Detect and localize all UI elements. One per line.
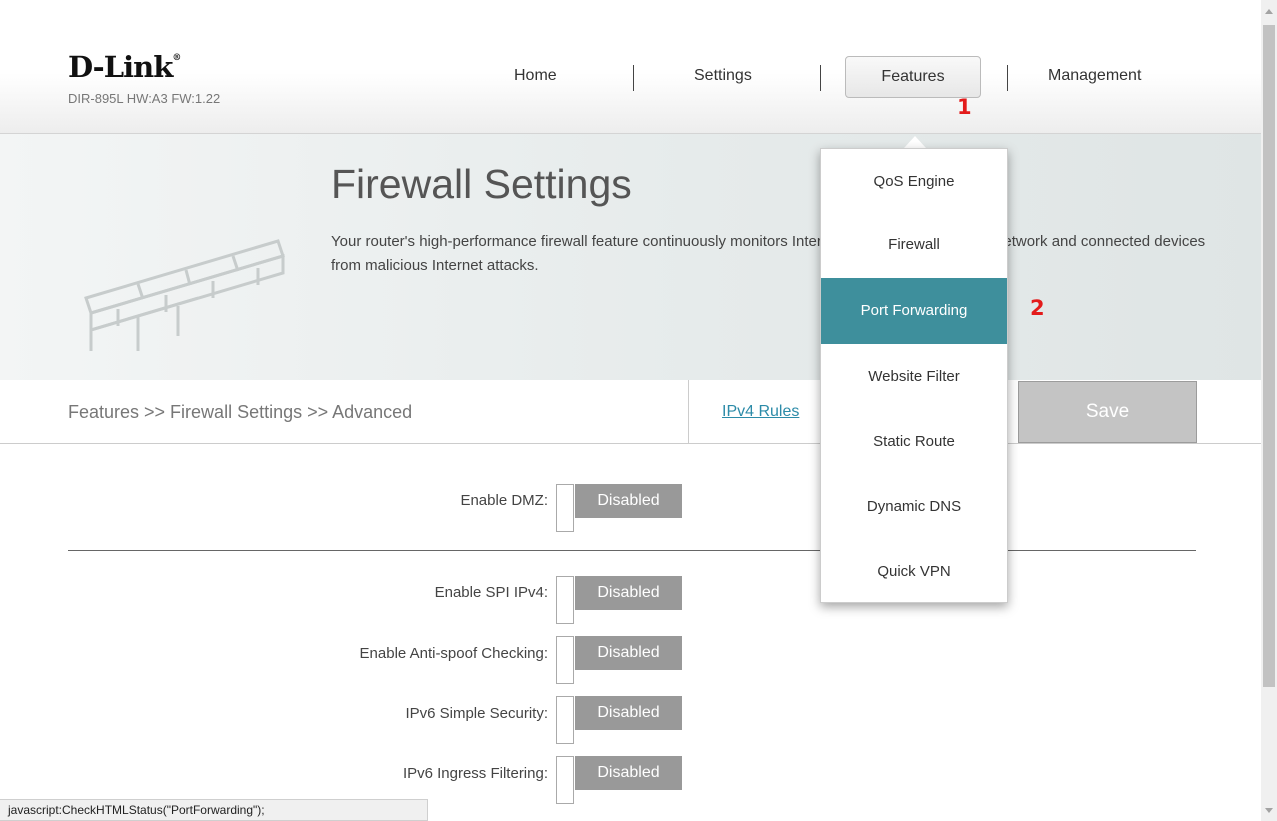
toggle-state[interactable]: Disabled <box>575 576 682 610</box>
scroll-thumb[interactable] <box>1263 25 1275 687</box>
toggle-state[interactable]: Disabled <box>575 756 682 790</box>
nav-features[interactable]: Features <box>845 56 981 98</box>
toggle-knob[interactable] <box>556 636 574 684</box>
enable-dmz-toggle[interactable]: Disabled <box>556 484 682 532</box>
page-title: Firewall Settings <box>331 161 632 207</box>
menu-item-quick-vpn[interactable]: Quick VPN <box>821 539 1007 605</box>
page-description: Your router's high-performance firewall … <box>331 233 1206 274</box>
enable-spi-ipv4-label: Enable SPI IPv4: <box>434 584 548 601</box>
breadcrumb: Features >> Firewall Settings >> Advance… <box>68 402 413 422</box>
ipv6-simple-security-label: IPv6 Simple Security: <box>405 705 548 722</box>
nav-management[interactable]: Management <box>1048 67 1141 85</box>
firewall-brick-icon <box>84 239 285 351</box>
menu-item-website-filter[interactable]: Website Filter <box>821 344 1007 410</box>
toggle-state[interactable]: Disabled <box>575 696 682 730</box>
toggle-knob[interactable] <box>556 756 574 804</box>
nav-home[interactable]: Home <box>514 67 557 85</box>
ipv4-rules-link[interactable]: IPv4 Rules <box>722 403 799 421</box>
ipv6-ingress-filtering-toggle[interactable]: Disabled <box>556 756 682 804</box>
toggle-knob[interactable] <box>556 484 574 532</box>
toggle-knob[interactable] <box>556 696 574 744</box>
nav-separator <box>820 65 821 91</box>
enable-spi-ipv4-toggle[interactable]: Disabled <box>556 576 682 624</box>
device-model: DIR-895L HW:A3 FW:1.22 <box>68 91 221 106</box>
menu-item-dynamic-dns[interactable]: Dynamic DNS <box>821 474 1007 540</box>
annotation-marker-2: 2 <box>1030 296 1045 320</box>
nav-separator <box>1007 65 1008 91</box>
toggle-state[interactable]: Disabled <box>575 484 682 518</box>
top-header: D-Link® DIR-895L HW:A3 FW:1.22 Home Sett… <box>0 0 1261 134</box>
dropdown-caret-icon <box>904 136 926 148</box>
scroll-down-arrow-icon[interactable] <box>1265 808 1273 813</box>
ipv6-ingress-filtering-label: IPv6 Ingress Filtering: <box>402 765 548 782</box>
nav-settings[interactable]: Settings <box>694 67 752 85</box>
enable-dmz-label: Enable DMZ: <box>460 492 548 509</box>
section-divider <box>68 550 1196 551</box>
vertical-scrollbar[interactable] <box>1261 0 1277 821</box>
toggle-state[interactable]: Disabled <box>575 636 682 670</box>
menu-item-firewall[interactable]: Firewall <box>821 212 1007 278</box>
anti-spoof-toggle[interactable]: Disabled <box>556 636 682 684</box>
features-dropdown-menu: QoS Engine Firewall Port Forwarding Webs… <box>820 148 1008 603</box>
ipv6-simple-security-toggle[interactable]: Disabled <box>556 696 682 744</box>
d-link-logo[interactable]: D-Link® <box>68 50 181 84</box>
page: D-Link® DIR-895L HW:A3 FW:1.22 Home Sett… <box>0 0 1261 821</box>
annotation-marker-1: 1 <box>957 95 972 119</box>
menu-item-static-route[interactable]: Static Route <box>821 409 1007 475</box>
scroll-up-arrow-icon[interactable] <box>1265 9 1273 14</box>
menu-item-port-forwarding[interactable]: Port Forwarding <box>821 278 1007 344</box>
save-button[interactable]: Save <box>1018 381 1197 443</box>
menu-item-qos-engine[interactable]: QoS Engine <box>821 149 1007 215</box>
toggle-knob[interactable] <box>556 576 574 624</box>
nav-separator <box>633 65 634 91</box>
browser-status-bar: javascript:CheckHTMLStatus("PortForwardi… <box>0 799 428 821</box>
anti-spoof-label: Enable Anti-spoof Checking: <box>359 645 548 662</box>
